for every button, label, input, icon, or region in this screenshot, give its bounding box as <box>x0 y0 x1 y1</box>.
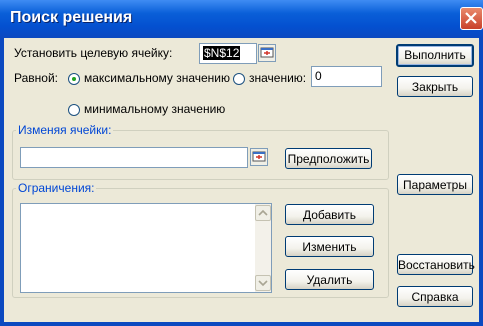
window-border-left <box>0 38 4 326</box>
radio-max-label: максимальному значению <box>84 71 231 85</box>
range-select-icon <box>260 47 274 58</box>
chevron-down-icon <box>258 280 268 287</box>
scroll-down-button[interactable] <box>255 275 271 291</box>
reset-all-button[interactable]: Восстановить <box>397 254 475 275</box>
close-window-button[interactable] <box>460 7 483 30</box>
dialog-title: Поиск решения <box>10 9 133 26</box>
target-collapse-button[interactable] <box>258 44 276 62</box>
value-of-field[interactable]: 0 <box>311 66 382 87</box>
scroll-up-button[interactable] <box>255 205 271 221</box>
radio-value[interactable] <box>233 73 245 85</box>
title-bar[interactable]: Поиск решения <box>0 0 483 38</box>
add-constraint-button[interactable]: Добавить <box>285 204 374 225</box>
radio-min-label: минимальному значению <box>84 102 226 116</box>
close-icon <box>465 12 477 24</box>
constraints-scrollbar[interactable] <box>255 204 271 292</box>
delete-constraint-button[interactable]: Удалить <box>285 269 374 290</box>
target-cell-field[interactable]: $N$12 <box>199 43 257 64</box>
radio-max[interactable] <box>68 73 80 85</box>
solver-dialog: Поиск решения Установить целевую ячейку:… <box>0 0 483 326</box>
radio-value-label: значению: <box>249 71 307 85</box>
constraints-legend: Ограничения: <box>16 181 97 195</box>
help-button[interactable]: Справка <box>397 286 473 307</box>
constraints-list[interactable] <box>20 203 272 293</box>
target-cell-value: $N$12 <box>203 46 241 60</box>
close-button[interactable]: Закрыть <box>397 76 473 97</box>
equal-to-label: Равной: <box>14 71 58 85</box>
options-button[interactable]: Параметры <box>397 174 473 195</box>
value-of-text: 0 <box>315 69 322 83</box>
changing-collapse-button[interactable] <box>250 148 268 166</box>
window-border-bottom <box>0 322 483 326</box>
change-constraint-button[interactable]: Изменить <box>285 236 374 257</box>
target-cell-label: Установить целевую ячейку: <box>14 46 173 60</box>
changing-cells-legend: Изменяя ячейки: <box>16 123 114 137</box>
chevron-up-icon <box>258 209 268 216</box>
changing-cells-field[interactable] <box>20 147 248 168</box>
window-border-right <box>479 38 483 326</box>
radio-min[interactable] <box>68 104 80 116</box>
range-select-icon <box>252 151 266 162</box>
guess-button[interactable]: Предположить <box>285 148 372 169</box>
solve-button[interactable]: Выполнить <box>396 44 474 67</box>
